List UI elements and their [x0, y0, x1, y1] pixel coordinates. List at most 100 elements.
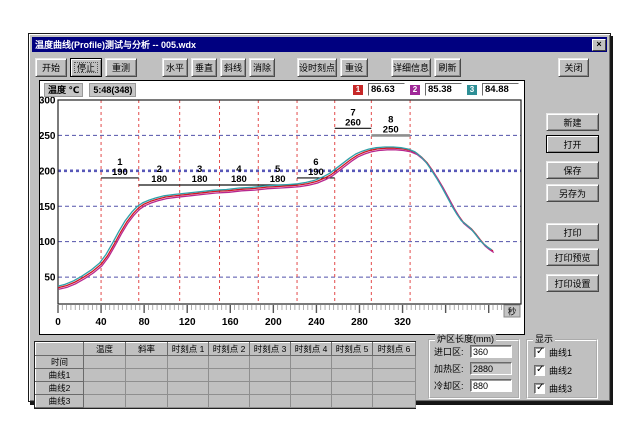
reset-button[interactable]: 重设: [340, 58, 368, 77]
table-header-cell: 斜率: [126, 343, 168, 356]
table-cell: [84, 395, 126, 408]
print-button[interactable]: 打印: [546, 223, 599, 241]
table-header-row: 温度斜率时刻点 1时刻点 2时刻点 3时刻点 4时刻点 5时刻点 6: [36, 343, 416, 356]
table-cell: [126, 369, 168, 382]
channel-2-color-swatch: 2: [410, 85, 420, 95]
table-cell: [126, 356, 168, 369]
table-cell: [332, 369, 373, 382]
elapsed-time-display: 5:48(348): [89, 83, 136, 97]
table-cell: [84, 382, 126, 395]
measurement-table: 温度斜率时刻点 1时刻点 2时刻点 3时刻点 4时刻点 5时刻点 6时间曲线1曲…: [35, 342, 416, 408]
table-header-cell: 时刻点 6: [373, 343, 416, 356]
zone-setpoint-label: 190: [112, 167, 128, 178]
table-row: 曲线1: [36, 369, 416, 382]
y-axis-unit-chip: 温度 ℃: [44, 83, 83, 97]
display-group: 显示 曲线1 曲线2 曲线3: [526, 339, 598, 399]
table-header-cell: 时刻点 5: [332, 343, 373, 356]
zone-setpoint-label: 180: [192, 174, 208, 185]
table-cell: [291, 356, 332, 369]
app-window: 温度曲线(Profile)测试与分析 -- 005.wdx × 开始 停止 重测…: [28, 33, 611, 402]
save-as-button[interactable]: 另存为: [546, 184, 599, 202]
table-cell: [250, 356, 291, 369]
channel-3-color-swatch: 3: [467, 85, 477, 95]
close-button[interactable]: ×: [592, 39, 606, 51]
x-axis-label: 80: [139, 317, 151, 328]
table-row-label: 时间: [36, 356, 84, 369]
table-row-label: 曲线1: [36, 369, 84, 382]
table-cell: [291, 369, 332, 382]
x-axis-label: 160: [222, 317, 239, 328]
print-setup-button[interactable]: 打印设置: [546, 274, 599, 292]
channel-legend: 1 86.63 2 85.38 3 84.88: [353, 83, 519, 96]
y-axis-label: 150: [40, 202, 56, 213]
table-cell: [250, 369, 291, 382]
retest-button[interactable]: 重测: [105, 58, 137, 77]
new-button[interactable]: 新建: [546, 113, 599, 131]
table-cell: [168, 382, 209, 395]
toolbar: 开始 停止 重测 水平 垂直 斜线 消除 设时刻点 重设 详细信息 刷新 关闭: [35, 55, 607, 79]
chart-header: 温度 ℃ 5:48(348) 1 86.63 2 85.38 3 84.88: [40, 81, 524, 98]
table-cell: [291, 382, 332, 395]
zone-setpoint-label: 180: [151, 174, 167, 185]
heating-zone-label: 加热区:: [434, 362, 468, 375]
curve1-checkbox[interactable]: [534, 347, 545, 358]
window-title: 温度曲线(Profile)测试与分析 -- 005.wdx: [32, 38, 592, 51]
table-cell: [373, 382, 416, 395]
table-cell: [209, 356, 250, 369]
erase-button[interactable]: 消除: [249, 58, 275, 77]
file-actions: 新建 打开 保存 另存为 打印 打印预览 打印设置: [546, 113, 599, 292]
curve3-checkbox[interactable]: [534, 383, 545, 394]
table-corner-cell: [36, 343, 84, 356]
channel-1-color-swatch: 1: [353, 85, 363, 95]
curve2-checkbox[interactable]: [534, 365, 545, 376]
zone-setpoint-label: 190: [308, 167, 324, 178]
x-axis-label: 120: [179, 317, 196, 328]
furnace-zone-group: 炉区长度(mm) 进口区: 加热区: 冷却区:: [428, 339, 520, 399]
zone-setpoint-label: 260: [345, 117, 361, 128]
curve1-checkbox-row: 曲线1: [534, 346, 592, 359]
x-axis-label: 0: [55, 317, 61, 328]
vertical-button[interactable]: 垂直: [191, 58, 217, 77]
table-row-label: 曲线2: [36, 382, 84, 395]
measurement-table-wrap: 温度斜率时刻点 1时刻点 2时刻点 3时刻点 4时刻点 5时刻点 6时间曲线1曲…: [34, 341, 416, 409]
table-cell: [168, 369, 209, 382]
y-axis-label: 50: [44, 273, 56, 284]
set-timepoint-button[interactable]: 设时刻点: [297, 58, 337, 77]
table-cell: [332, 382, 373, 395]
horizontal-button[interactable]: 水平: [162, 58, 188, 77]
details-button[interactable]: 详细信息: [391, 58, 431, 77]
profile-chart: 1190218031804180518061907260825004080120…: [40, 81, 524, 334]
zone-setpoint-label: 250: [383, 124, 399, 135]
zone-setpoint-label: 180: [231, 174, 247, 185]
start-button[interactable]: 开始: [35, 58, 67, 77]
table-cell: [332, 356, 373, 369]
curve2-checkbox-row: 曲线2: [534, 364, 592, 377]
table-header-cell: 时刻点 3: [250, 343, 291, 356]
table-cell: [291, 395, 332, 408]
inlet-zone-input[interactable]: [470, 345, 512, 358]
table-row-label: 曲线3: [36, 395, 84, 408]
channel-2-reading: 85.38: [425, 83, 462, 96]
close-window-button[interactable]: 关闭: [558, 58, 589, 77]
table-header-cell: 时刻点 2: [209, 343, 250, 356]
table-cell: [250, 382, 291, 395]
curve3-checkbox-label: 曲线3: [549, 382, 572, 395]
save-button[interactable]: 保存: [546, 161, 599, 179]
print-preview-button[interactable]: 打印预览: [546, 248, 599, 266]
cooling-zone-row: 冷却区:: [434, 379, 515, 392]
slant-line-button[interactable]: 斜线: [220, 58, 246, 77]
x-axis-label: 280: [351, 317, 368, 328]
x-axis-label: 200: [265, 317, 282, 328]
table-cell: [250, 395, 291, 408]
heating-zone-input[interactable]: [470, 362, 512, 375]
table-cell: [126, 382, 168, 395]
refresh-button[interactable]: 刷新: [434, 58, 461, 77]
y-axis-label: 250: [40, 131, 56, 142]
cooling-zone-input[interactable]: [470, 379, 512, 392]
y-axis-label: 200: [40, 166, 56, 177]
table-row: 曲线2: [36, 382, 416, 395]
heating-zone-row: 加热区:: [434, 362, 515, 375]
stop-button[interactable]: 停止: [70, 58, 102, 77]
open-button[interactable]: 打开: [546, 135, 599, 153]
table-row: 时间: [36, 356, 416, 369]
